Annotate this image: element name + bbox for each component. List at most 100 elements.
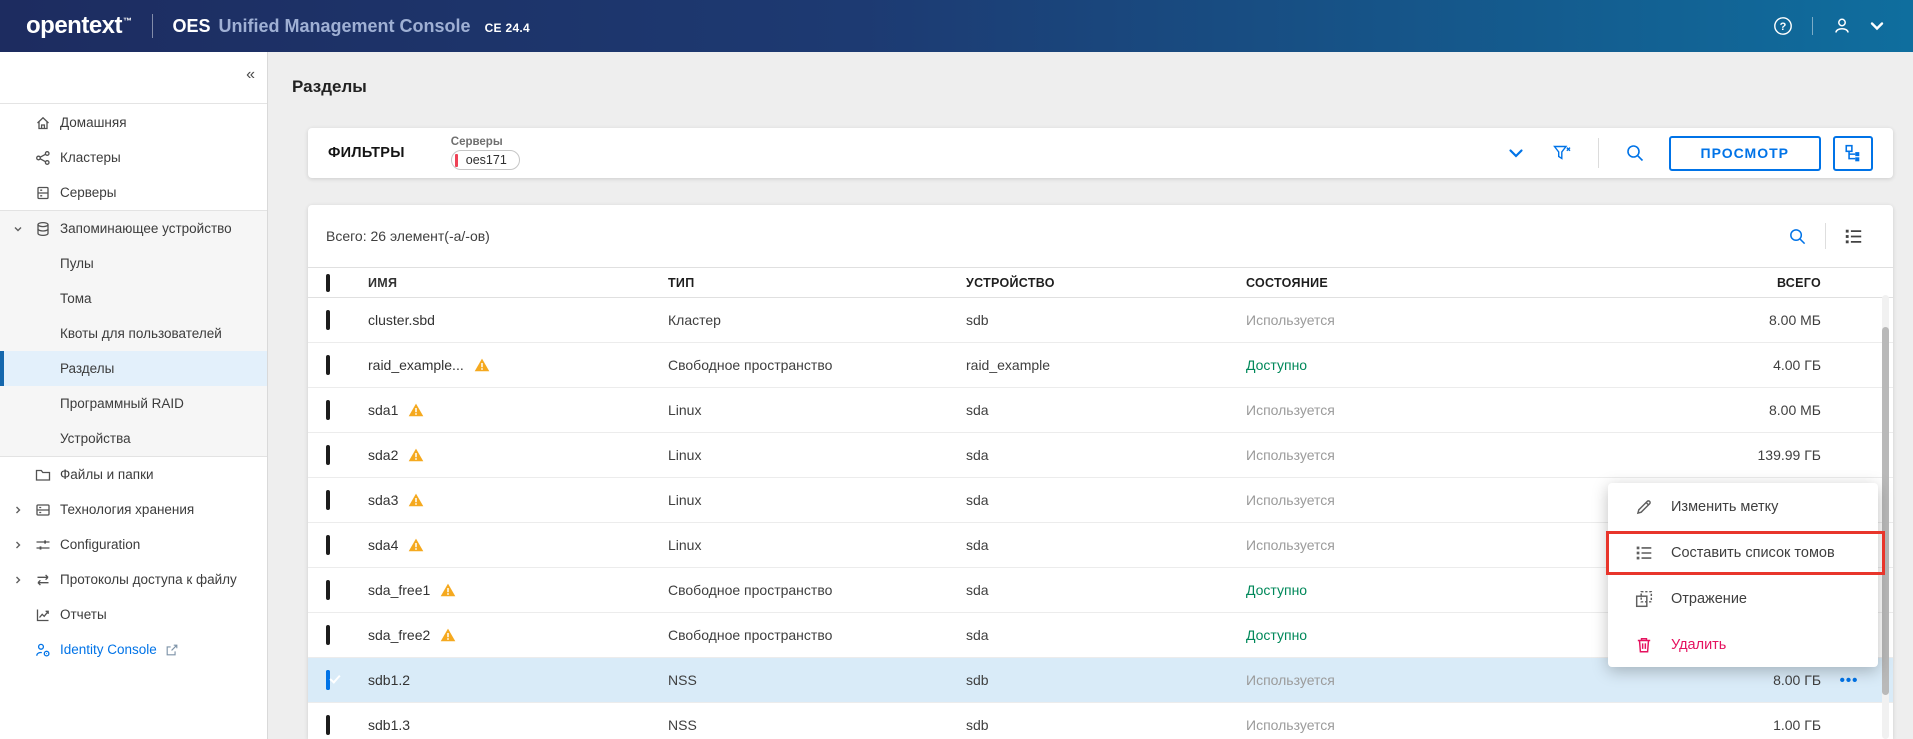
sidebar-item-file-access-protocols[interactable]: Протоколы доступа к файлу [0,562,267,597]
table-row[interactable]: cluster.sbd Кластер sdb Используется 8.0… [308,298,1893,343]
version-badge: CE 24.4 [484,20,531,35]
table-row[interactable]: raid_example... Свободное пространство r… [308,343,1893,388]
svg-text:?: ? [1780,21,1787,33]
header-divider [151,14,153,38]
folder-icon [35,467,51,483]
column-header-total: ВСЕГО [1776,275,1821,290]
sidebar-item-partitions[interactable]: Разделы [0,351,267,386]
mirror-icon [1635,590,1653,608]
column-header-name: ИМЯ [368,275,398,290]
help-icon[interactable]: ? [1773,16,1793,36]
sidebar-collapse-button[interactable]: « [246,67,255,83]
row-checkbox[interactable] [326,715,330,735]
header-icons-divider [1812,17,1813,35]
menu-item-edit-label[interactable]: Изменить метку [1608,484,1878,530]
status-text: Используется [1246,312,1335,328]
sidebar-item-identity-console[interactable]: Identity Console [0,632,267,667]
row-checkbox[interactable] [326,490,330,510]
table-search-icon[interactable] [1788,227,1807,246]
filter-group-servers: Серверы oes171 [450,136,520,170]
column-header-type: ТИП [668,275,695,290]
column-settings-icon[interactable] [1844,227,1863,246]
row-checkbox[interactable] [326,625,330,645]
menu-item-delete[interactable]: Удалить [1608,622,1878,668]
sidebar-item-quotas[interactable]: Квоты для пользователей [0,316,267,351]
sidebar-item-storage[interactable]: Запоминающее устройство [0,211,267,246]
row-checkbox[interactable] [326,445,330,465]
sidebar-item-software-raid[interactable]: Программный RAID [0,386,267,421]
row-actions-menu-icon[interactable]: ••• [1840,672,1859,689]
storage-device-icon [35,221,51,237]
sidebar-item-volumes[interactable]: Тома [0,281,267,316]
row-checkbox[interactable] [326,310,330,330]
sidebar-item-devices[interactable]: Устройства [0,421,267,456]
user-menu-chevron-icon[interactable] [1867,16,1887,36]
sidebar-item-label: Файлы и папки [60,467,154,482]
row-checkbox[interactable] [326,400,330,420]
reports-icon [35,607,51,623]
filters-bar: ФИЛЬТРЫ Серверы oes171 ПРОСМОТР [308,128,1893,178]
cluster-icon [35,150,51,166]
sidebar-item-home[interactable]: Домашняя [0,105,267,140]
storage-tech-icon [35,502,51,518]
chevron-down-icon [13,224,35,234]
sidebar-item-servers[interactable]: Серверы [0,175,267,210]
warning-icon [440,627,456,643]
table-row[interactable]: sdb1.3 NSS sdb Используется 1.00 ГБ [308,703,1893,739]
row-checkbox-checked[interactable] [326,670,330,690]
opentext-logo: opentext™ [26,12,132,39]
tree-icon [1844,144,1862,162]
user-icon[interactable] [1832,16,1852,36]
product-suffix: Unified Management Console [218,15,471,36]
sidebar: « Домашняя Кластеры Серверы Запоминающее… [0,52,268,739]
sidebar-item-label: Identity Console [60,642,157,657]
app-header: opentext™ OES Unified Management Console… [0,0,1913,52]
sidebar-item-label: Кластеры [60,150,121,165]
sidebar-item-clusters[interactable]: Кластеры [0,140,267,175]
table-scrollbar-track[interactable] [1882,295,1889,739]
collapse-filters-chevron-icon[interactable] [1506,143,1526,163]
sidebar-item-pools[interactable]: Пулы [0,246,267,281]
tree-view-button[interactable] [1833,135,1873,171]
trash-icon [1635,636,1653,654]
warning-icon [408,402,424,418]
table-tools-divider [1825,223,1826,249]
identity-console-icon [35,642,51,658]
view-button[interactable]: ПРОСМОТР [1668,135,1821,171]
warning-icon [474,357,490,373]
status-text: Доступно [1246,357,1308,373]
chip-label: oes171 [465,153,507,167]
row-checkbox[interactable] [326,355,330,375]
sidebar-item-label: Configuration [60,537,141,552]
chevron-right-icon [13,540,35,550]
clear-filter-icon[interactable] [1552,143,1572,163]
row-checkbox[interactable] [326,535,330,555]
sidebar-item-configuration[interactable]: Configuration [0,527,267,562]
table-row[interactable]: sda2 Linux sda Используется 139.99 ГБ [308,433,1893,478]
menu-item-mirror[interactable]: Отражение [1608,576,1878,622]
select-all-checkbox[interactable] [326,273,330,292]
sidebar-item-label: Отчеты [60,607,107,622]
table-row[interactable]: sda1 Linux sda Используется 8.00 МБ [308,388,1893,433]
table-scrollbar-thumb[interactable] [1882,327,1889,695]
table-toolbar: Всего: 26 элемент(-а/-ов) [308,205,1893,267]
row-checkbox[interactable] [326,580,330,600]
sidebar-item-reports[interactable]: Отчеты [0,597,267,632]
sidebar-item-label: Протоколы доступа к файлу [60,572,237,587]
external-link-icon [165,643,179,657]
sidebar-item-storage-tech[interactable]: Технология хранения [0,492,267,527]
filter-search-icon[interactable] [1625,143,1645,163]
sidebar-item-label: Домашняя [60,115,127,130]
page-title: Разделы [292,77,367,96]
chip-color-bar [454,153,458,167]
sidebar-header: « [0,52,267,104]
menu-item-volume-list[interactable]: Составить список томов [1606,530,1885,576]
filter-chip-oes171[interactable]: oes171 [450,150,520,170]
sliders-icon [35,537,51,553]
sidebar-storage-group: Запоминающее устройство Пулы Тома Квоты … [0,210,267,457]
warning-icon [440,582,456,598]
status-text: Используется [1246,447,1335,463]
column-header-state: СОСТОЯНИЕ [1246,275,1329,290]
pencil-icon [1635,498,1653,516]
sidebar-item-files-folders[interactable]: Файлы и папки [0,457,267,492]
